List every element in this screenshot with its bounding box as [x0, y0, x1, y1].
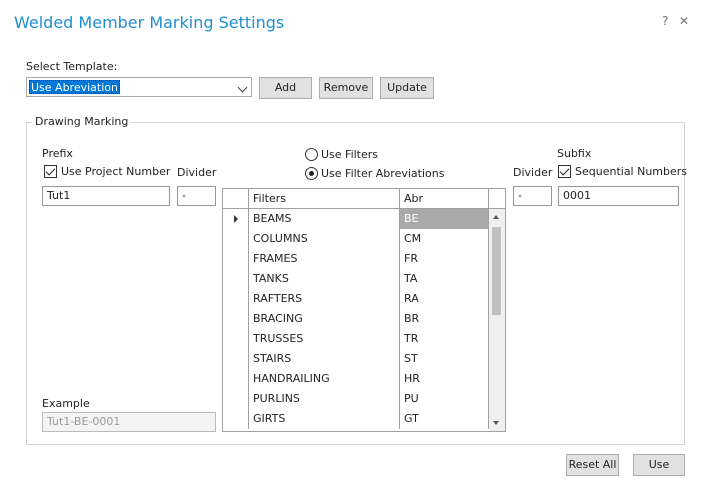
grid-corner-cell — [223, 189, 249, 209]
use-filters-radio[interactable] — [305, 148, 318, 161]
example-output: Tut1-BE-0001 — [42, 412, 216, 432]
table-row[interactable]: GIRTS GT — [223, 409, 489, 429]
filter-cell[interactable]: TRUSSES — [249, 329, 400, 349]
abr-cell[interactable]: HR — [400, 369, 489, 389]
reset-all-button[interactable]: Reset All — [566, 454, 619, 476]
abr-cell[interactable]: TA — [400, 269, 489, 289]
table-row[interactable]: STAIRS ST — [223, 349, 489, 369]
abr-cell[interactable]: BE — [400, 209, 489, 229]
filter-cell[interactable]: STAIRS — [249, 349, 400, 369]
abr-cell[interactable]: FR — [400, 249, 489, 269]
abr-column-header[interactable]: Abr — [400, 189, 489, 209]
table-row[interactable]: TANKS TA — [223, 269, 489, 289]
use-project-number-checkbox[interactable] — [44, 165, 57, 178]
filter-cell[interactable]: COLUMNS — [249, 229, 400, 249]
filter-cell[interactable]: RAFTERS — [249, 289, 400, 309]
use-filter-abbreviations-radio[interactable] — [305, 167, 318, 180]
table-row[interactable]: COLUMNS CM — [223, 229, 489, 249]
abr-cell[interactable]: TR — [400, 329, 489, 349]
grid-header: Filters Abr — [223, 189, 505, 209]
table-row[interactable]: TRUSSES TR — [223, 329, 489, 349]
table-row[interactable]: BRACING BR — [223, 309, 489, 329]
filter-cell[interactable]: GIRTS — [249, 409, 400, 429]
table-row[interactable]: BEAMS BE — [223, 209, 489, 229]
filter-cell[interactable]: FRAMES — [249, 249, 400, 269]
abr-cell[interactable]: PU — [400, 389, 489, 409]
subfix-label: Subfix — [557, 147, 592, 160]
table-row[interactable]: FRAMES FR — [223, 249, 489, 269]
chevron-down-icon[interactable] — [237, 82, 248, 93]
filter-cell[interactable]: BRACING — [249, 309, 400, 329]
sequential-numbers-label: Sequential Numbers — [575, 165, 688, 178]
table-row[interactable]: HANDRAILING HR — [223, 369, 489, 389]
use-project-number-label: Use Project Number — [61, 165, 171, 178]
use-filter-abbreviations-label: Use Filter Abreviations — [321, 167, 445, 180]
table-row[interactable]: RAFTERS RA — [223, 289, 489, 309]
drawing-marking-title: Drawing Marking — [32, 115, 132, 129]
template-dropdown[interactable]: Use Abreviation — [26, 77, 252, 97]
abr-cell[interactable]: BR — [400, 309, 489, 329]
update-template-button[interactable]: Update — [380, 77, 434, 99]
prefix-divider-label: Divider — [177, 166, 217, 179]
filter-cell[interactable]: PURLINS — [249, 389, 400, 409]
filters-grid[interactable]: Filters Abr BEAMS BE COLUMNS CM FRAMES FR TANK… — [222, 188, 506, 432]
remove-template-button[interactable]: Remove — [319, 77, 373, 99]
scroll-down-icon[interactable] — [493, 421, 499, 425]
abr-cell[interactable]: RA — [400, 289, 489, 309]
subfix-input[interactable]: 0001 — [558, 186, 679, 206]
subfix-divider-input[interactable]: - — [513, 186, 552, 206]
filter-cell[interactable]: TANKS — [249, 269, 400, 289]
sequential-numbers-checkbox[interactable] — [558, 165, 571, 178]
window-title: Welded Member Marking Settings — [14, 13, 285, 32]
scroll-thumb[interactable] — [492, 227, 501, 315]
prefix-divider-input[interactable]: - — [177, 186, 216, 206]
prefix-input[interactable]: Tut1 — [42, 186, 170, 206]
filters-column-header[interactable]: Filters — [249, 189, 400, 209]
abr-cell[interactable]: CM — [400, 229, 489, 249]
select-template-label: Select Template: — [26, 60, 118, 73]
table-row[interactable]: PURLINS PU — [223, 389, 489, 409]
grid-scrollbar[interactable] — [489, 209, 505, 431]
prefix-label: Prefix — [42, 147, 73, 160]
template-selected-value: Use Abreviation — [29, 80, 120, 94]
abr-cell[interactable]: ST — [400, 349, 489, 369]
help-icon[interactable]: ? — [662, 15, 668, 27]
filter-cell[interactable]: BEAMS — [249, 209, 400, 229]
scroll-up-icon[interactable] — [493, 215, 499, 219]
subfix-divider-label: Divider — [513, 166, 553, 179]
abr-cell[interactable]: GT — [400, 409, 489, 429]
add-template-button[interactable]: Add — [259, 77, 312, 99]
example-label: Example — [42, 397, 90, 410]
filter-cell[interactable]: HANDRAILING — [249, 369, 400, 389]
use-button[interactable]: Use — [633, 454, 685, 476]
close-icon[interactable]: ✕ — [679, 15, 689, 27]
use-filters-label: Use Filters — [321, 148, 379, 161]
